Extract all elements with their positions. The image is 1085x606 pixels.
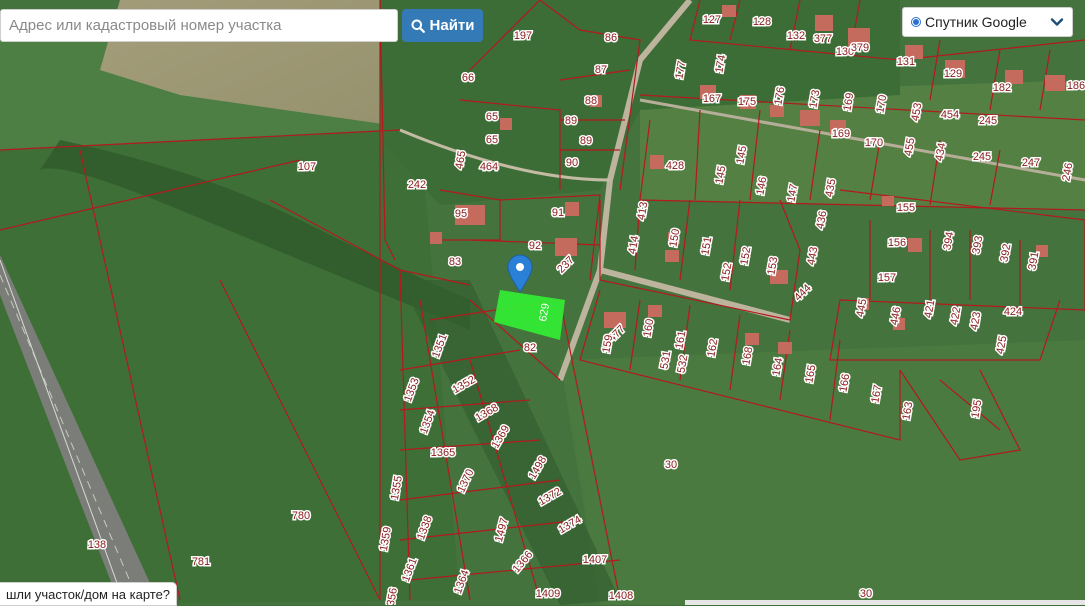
parcel-label: 65 [486,111,498,123]
parcel-label: 95 [455,208,467,220]
search-button-label: Найти [429,17,475,34]
bottom-strip [685,600,1085,605]
parcel-label: 377 [814,33,832,45]
parcel-label: 186 [1067,80,1085,92]
parcel-label: 175 [738,96,756,108]
parcel-label: 107 [298,161,316,173]
parcel-label: 132 [787,30,805,42]
search-input[interactable] [0,9,398,42]
parcel-label: 424 [1004,306,1022,318]
find-parcel-prompt-text: шли участок/дом на карте? [6,586,171,602]
search-button[interactable]: Найти [402,9,483,42]
parcel-label: 131 [897,56,915,68]
parcel-label: 86 [605,32,617,44]
parcel-label: 1409 [536,588,560,600]
satellite-map[interactable]: 629 127 128132 377130379131197 866687 177 174… [0,0,1085,605]
chevron-down-icon [1050,18,1064,26]
map-layer-label: Спутник Google [925,14,1027,30]
parcel-label: 781 [192,556,210,568]
parcel-label: 428 [666,160,684,172]
parcel-label: 182 [993,82,1011,94]
parcel-label: 245 [979,115,997,127]
parcel-label: 1365 [431,447,455,459]
map-layer-select[interactable]: Спутник Google [902,7,1073,37]
parcel-label: 30 [860,588,872,600]
parcel-label: 138 [88,539,106,551]
parcel-label: 167 [703,93,721,105]
parcel-label: 129 [944,68,962,80]
parcel-label: 247 [1022,157,1040,169]
parcel-label: 1407 [583,554,607,566]
parcel-label: 82 [524,342,536,354]
radio-selected-icon [911,17,921,27]
parcel-label: 245 [973,151,991,163]
parcel-label: 128 [753,16,771,28]
parcel-label: 379 [851,42,869,54]
parcel-label: 91 [552,207,564,219]
parcel-label: 155 [897,202,915,214]
parcel-label: 1408 [609,590,633,602]
meadow-area-2 [560,340,1085,605]
parcel-label: 87 [595,64,607,76]
parcel-label: 89 [580,135,592,147]
parcel-label: 242 [408,179,426,191]
parcel-label: 92 [529,240,541,252]
parcel-label: 156 [888,237,906,249]
parcel-label: 169 [832,128,850,140]
parcel-label: 89 [565,115,577,127]
search-icon [411,19,425,33]
parcel-label: 780 [292,510,310,522]
parcel-label: 454 [941,109,959,121]
parcel-label: 464 [480,161,498,173]
parcel-label: 65 [486,134,498,146]
parcel-label: 127 [703,14,721,26]
parcel-label: 66 [462,72,474,84]
parcel-label: 90 [566,157,578,169]
parcel-label: 197 [514,30,532,42]
parcel-label: 88 [585,95,597,107]
parcel-label: 157 [878,272,896,284]
parcel-label: 30 [665,459,677,471]
find-parcel-prompt[interactable]: шли участок/дом на карте? [0,582,178,606]
parcel-label: 170 [865,137,883,149]
parcel-label: 83 [449,256,461,268]
